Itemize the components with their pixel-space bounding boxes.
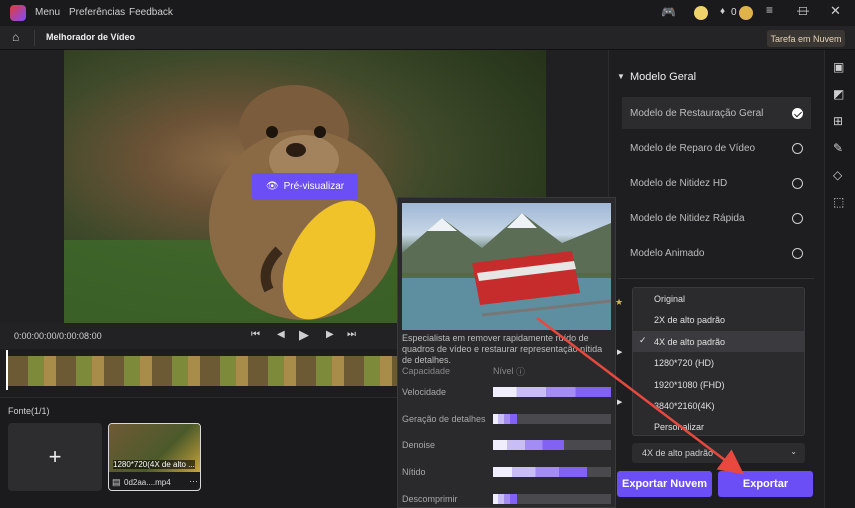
play-icon[interactable]: ▶ [299,327,309,343]
model-option[interactable]: Modelo de Nitidez Rápida [622,202,811,234]
preview-button-label: Pré-visualizar [283,181,345,192]
caret-right-icon[interactable]: ▶ [617,348,622,356]
grid-icon[interactable]: ⊞ [833,114,843,128]
radio-selected[interactable] [792,107,803,119]
radio[interactable] [792,177,803,189]
resolution-option[interactable]: 1920*1080 (FHD) [633,374,804,395]
home-icon[interactable]: ⌂ [12,30,19,44]
resolution-select[interactable]: 4X de alto padrão ⌄ [632,443,805,463]
playhead[interactable] [6,350,8,390]
model-label: Modelo Animado [630,247,705,259]
capacity-header: Capacidade [402,366,451,376]
star-icon: ★ [615,297,624,307]
preview-button[interactable]: 👁 Pré-visualizar [252,173,358,200]
model-label: Modelo de Restauração Geral [630,107,764,119]
eye-icon: 👁 [265,181,279,192]
resolution-select-value: 4X de alto padrão [642,448,714,458]
metric-label: Geração de detalhes [402,414,486,424]
metric-fill [493,467,588,477]
radio[interactable] [792,142,803,154]
credits-count: 0 [731,7,737,18]
metric-fill [493,387,611,397]
film-icon: ▤ [112,477,121,487]
model-option[interactable]: Modelo de Reparo de Vídeo [622,132,811,164]
caret-down-icon[interactable]: ▼ [617,72,625,81]
source-thumbnail[interactable]: 1280*720(4X de alto ... ▤ 0d2aa....mp4 ·… [108,423,201,491]
metric-label: Nítido [402,467,426,477]
cloud-task-button[interactable]: Tarefa em Nuvem [767,30,845,47]
feedback-menu[interactable]: Feedback [129,7,173,18]
export-button[interactable]: Exportar [718,471,813,497]
resolution-option[interactable]: 3840*2160(4K) [633,395,804,416]
pencil-icon[interactable]: ✎ [833,141,843,155]
caret-right-icon[interactable]: ▶ [617,398,622,406]
info-icon: ⓘ [516,367,526,377]
train-illustration [402,213,611,330]
video-enhance-icon[interactable]: ▣ [833,60,844,74]
skip-start-icon[interactable]: ⏮ [251,329,260,340]
thumb-filename: 0d2aa....mp4 [124,478,171,487]
metric-label: Velocidade [402,387,447,397]
resolution-option[interactable]: Personalizar [633,416,804,437]
model-option[interactable]: Modelo de Restauração Geral [622,97,811,129]
model-label: Modelo de Nitidez HD [630,177,728,189]
metric-label: Descomprimir [402,494,458,504]
resolution-option[interactable]: 2X de alto padrão [633,309,804,330]
more-icon[interactable]: ··· [189,476,198,486]
resolution-dropdown: Original 2X de alto padrão ✓ 4X de alto … [632,287,805,436]
metric-fill [493,414,517,424]
time-readout: 0:00:00:00/0:00:08:00 [14,331,102,341]
model-label: Modelo de Nitidez Rápida [630,212,745,224]
preferences-menu[interactable]: Preferências [69,7,125,18]
avatar[interactable] [694,6,708,20]
menu-button[interactable]: Menu [35,7,60,18]
metric-bar [493,494,611,504]
metric-bar [493,387,611,397]
source-label: Fonte(1/1) [8,406,50,416]
export-cloud-button[interactable]: Exportar Nuvem [617,471,712,497]
hamburger-icon[interactable]: ≡ [766,3,773,17]
page-title: Melhorador de Vídeo [46,32,136,42]
metric-bar [493,467,611,477]
model-option[interactable]: Modelo de Nitidez HD [622,167,811,199]
check-icon: ✓ [639,335,647,345]
title-bar: Menu Preferências Feedback 🎮 ♦ 0 ≡ — ☐ ✕ [0,0,855,26]
skip-end-icon[interactable]: ⏭ [347,329,356,340]
gamepad-icon[interactable]: 🎮 [661,5,676,19]
section-title: Modelo Geral [630,71,697,83]
resolution-option[interactable]: 1280*720 (HD) [633,352,804,373]
model-option[interactable]: Modelo Animado [622,237,811,269]
metric-fill [493,494,517,504]
next-frame-icon[interactable]: ▶ [326,329,334,340]
app-logo [10,5,26,21]
metric-bar [493,414,611,424]
thumb-resolution: 1280*720(4X de alto ... [113,460,195,469]
metric-label: Denoise [402,440,436,450]
edit-icon[interactable]: ◩ [833,87,844,101]
resolution-option[interactable]: Original [633,288,804,309]
model-label: Modelo de Reparo de Vídeo [630,142,756,154]
metric-bar [493,440,611,450]
select-icon[interactable]: ⬚ [833,195,844,209]
close-icon[interactable]: ✕ [830,3,841,19]
tooltip-description: Especialista em remover rapidamente ruíd… [402,333,603,365]
metric-fill [493,440,564,450]
radio[interactable] [792,212,803,224]
radio[interactable] [792,247,803,259]
badge-icon[interactable] [739,6,753,20]
add-file-button[interactable]: + [8,423,102,491]
maximize-icon[interactable]: ☐ [798,5,808,18]
chevron-down-icon: ⌄ [790,447,797,456]
tooltip-preview-image [402,203,611,330]
eraser-icon[interactable]: ◇ [833,168,842,182]
diamond-icon: ♦ [720,6,726,17]
divider [34,30,35,46]
level-header: Nível [493,366,514,376]
resolution-option-label: 4X de alto padrão [654,336,726,347]
sub-header: ⌂ Melhorador de Vídeo Tarefa em Nuvem [0,26,855,50]
divider [618,278,814,279]
prev-frame-icon[interactable]: ◀ [277,329,285,340]
resolution-option-selected[interactable]: ✓ 4X de alto padrão [633,331,804,352]
tool-rail: ▣ ◩ ⊞ ✎ ◇ ⬚ [824,50,855,508]
